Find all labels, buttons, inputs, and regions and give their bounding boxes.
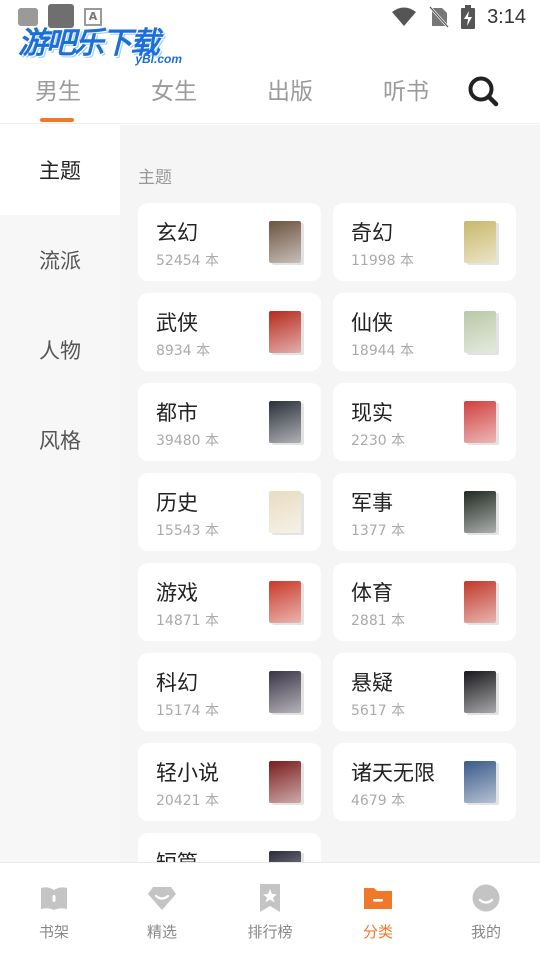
category-card[interactable]: 轻小说 20421 本 xyxy=(138,743,321,821)
category-card[interactable]: 军事 1377 本 xyxy=(333,473,516,551)
book-cover-thumbnail xyxy=(464,671,496,713)
book-cover-thumbnail xyxy=(464,581,496,623)
nav-featured[interactable]: 精选 xyxy=(108,863,216,960)
book-cover-thumbnail xyxy=(269,401,301,443)
nav-category[interactable]: 分类 xyxy=(324,863,432,960)
category-book-count: 15543 本 xyxy=(156,523,219,539)
nav-label: 书架 xyxy=(38,923,69,941)
smile-face-icon xyxy=(472,884,500,912)
book-cover-thumbnail xyxy=(269,221,301,263)
category-content: 主题 玄幻 52454 本 奇幻 11998 本武侠 8934 本 仙侠 18944 本都市… xyxy=(120,125,540,862)
diamond-icon xyxy=(148,887,176,910)
category-name: 体育 xyxy=(351,581,393,605)
nav-label: 我的 xyxy=(470,923,501,941)
book-cover-thumbnail xyxy=(269,671,301,713)
category-name: 悬疑 xyxy=(351,671,393,695)
bottom-nav: 书架 精选 排行榜 分类 我的 xyxy=(0,862,540,960)
category-book-count: 1377 本 xyxy=(351,523,406,539)
nav-profile[interactable]: 我的 xyxy=(432,863,540,960)
sidebar-item-character[interactable]: 人物 xyxy=(0,305,120,395)
category-book-count: 2230 本 xyxy=(351,433,406,449)
category-name: 都市 xyxy=(156,401,198,425)
book-cover-thumbnail xyxy=(269,491,301,533)
category-book-count: 39480 本 xyxy=(156,433,219,449)
category-name: 现实 xyxy=(351,401,393,425)
wifi-icon xyxy=(392,7,417,26)
category-book-count: 20421 本 xyxy=(156,793,219,809)
category-book-count: 5617 本 xyxy=(351,703,406,719)
category-name: 军事 xyxy=(351,491,393,515)
tab-female[interactable]: 女生 xyxy=(134,72,214,106)
book-cover-thumbnail xyxy=(269,851,301,862)
tab-audiobook[interactable]: 听书 xyxy=(366,72,446,106)
book-cover-thumbnail xyxy=(464,401,496,443)
section-title: 主题 xyxy=(138,168,172,188)
sidebar-item-genre[interactable]: 流派 xyxy=(0,215,120,305)
active-tab-indicator xyxy=(40,118,74,122)
category-name: 奇幻 xyxy=(351,221,393,245)
category-card[interactable]: 都市 39480 本 xyxy=(138,383,321,461)
nav-label: 排行榜 xyxy=(247,923,293,941)
clock-time: 3:14 xyxy=(487,5,526,28)
category-book-count: 14871 本 xyxy=(156,613,219,629)
category-book-count: 52454 本 xyxy=(156,253,219,269)
category-name: 仙侠 xyxy=(351,311,393,335)
nav-label: 精选 xyxy=(146,923,177,941)
category-card[interactable]: 武侠 8934 本 xyxy=(138,293,321,371)
category-card[interactable]: 科幻 15174 本 xyxy=(138,653,321,731)
category-card[interactable]: 游戏 14871 本 xyxy=(138,563,321,641)
category-grid: 玄幻 52454 本 奇幻 11998 本武侠 8934 本 仙侠 18944 本都市 394… xyxy=(138,203,518,862)
category-name: 武侠 xyxy=(156,311,198,335)
sidebar-item-style[interactable]: 风格 xyxy=(0,395,120,485)
category-book-count: 18944 本 xyxy=(351,343,414,359)
category-name: 短篇 xyxy=(156,847,198,862)
search-icon[interactable] xyxy=(466,74,500,108)
book-cover-thumbnail xyxy=(269,761,301,803)
category-name: 历史 xyxy=(156,491,198,515)
nav-bookshelf[interactable]: 书架 xyxy=(0,863,108,960)
category-card[interactable]: 奇幻 11998 本 xyxy=(333,203,516,281)
book-icon xyxy=(41,887,67,910)
category-card[interactable]: 诸天无限 4679 本 xyxy=(333,743,516,821)
category-sidebar: 主题 流派 人物 风格 xyxy=(0,125,120,862)
top-tab-bar: 男生 女生 出版 听书 xyxy=(0,60,540,124)
nav-ranking[interactable]: 排行榜 xyxy=(216,863,324,960)
book-cover-thumbnail xyxy=(464,491,496,533)
category-name: 诸天无限 xyxy=(351,761,435,785)
category-book-count: 8934 本 xyxy=(156,343,211,359)
book-cover-thumbnail xyxy=(269,311,301,353)
category-card[interactable]: 玄幻 52454 本 xyxy=(138,203,321,281)
category-book-count: 11998 本 xyxy=(351,253,414,269)
category-name: 玄幻 xyxy=(156,221,198,245)
category-book-count: 4679 本 xyxy=(351,793,406,809)
category-card[interactable]: 悬疑 5617 本 xyxy=(333,653,516,731)
battery-charging-icon xyxy=(461,5,476,29)
category-book-count: 15174 本 xyxy=(156,703,219,719)
ranking-star-icon xyxy=(260,884,280,912)
category-card[interactable]: 短篇 xyxy=(138,833,321,862)
category-card[interactable]: 现实 2230 本 xyxy=(333,383,516,461)
no-sim-icon xyxy=(429,6,449,28)
book-cover-thumbnail xyxy=(464,221,496,263)
category-book-count: 2881 本 xyxy=(351,613,406,629)
category-name: 游戏 xyxy=(156,581,198,605)
folder-icon xyxy=(364,888,392,909)
category-card[interactable]: 仙侠 18944 本 xyxy=(333,293,516,371)
tab-publish[interactable]: 出版 xyxy=(250,72,330,106)
book-cover-thumbnail xyxy=(464,761,496,803)
category-name: 轻小说 xyxy=(156,761,219,785)
category-card[interactable]: 体育 2881 本 xyxy=(333,563,516,641)
nav-label: 分类 xyxy=(362,923,393,941)
category-name: 科幻 xyxy=(156,671,198,695)
tab-male[interactable]: 男生 xyxy=(18,72,98,106)
book-cover-thumbnail xyxy=(269,581,301,623)
category-card[interactable]: 历史 15543 本 xyxy=(138,473,321,551)
sidebar-item-theme[interactable]: 主题 xyxy=(0,125,120,215)
book-cover-thumbnail xyxy=(464,311,496,353)
